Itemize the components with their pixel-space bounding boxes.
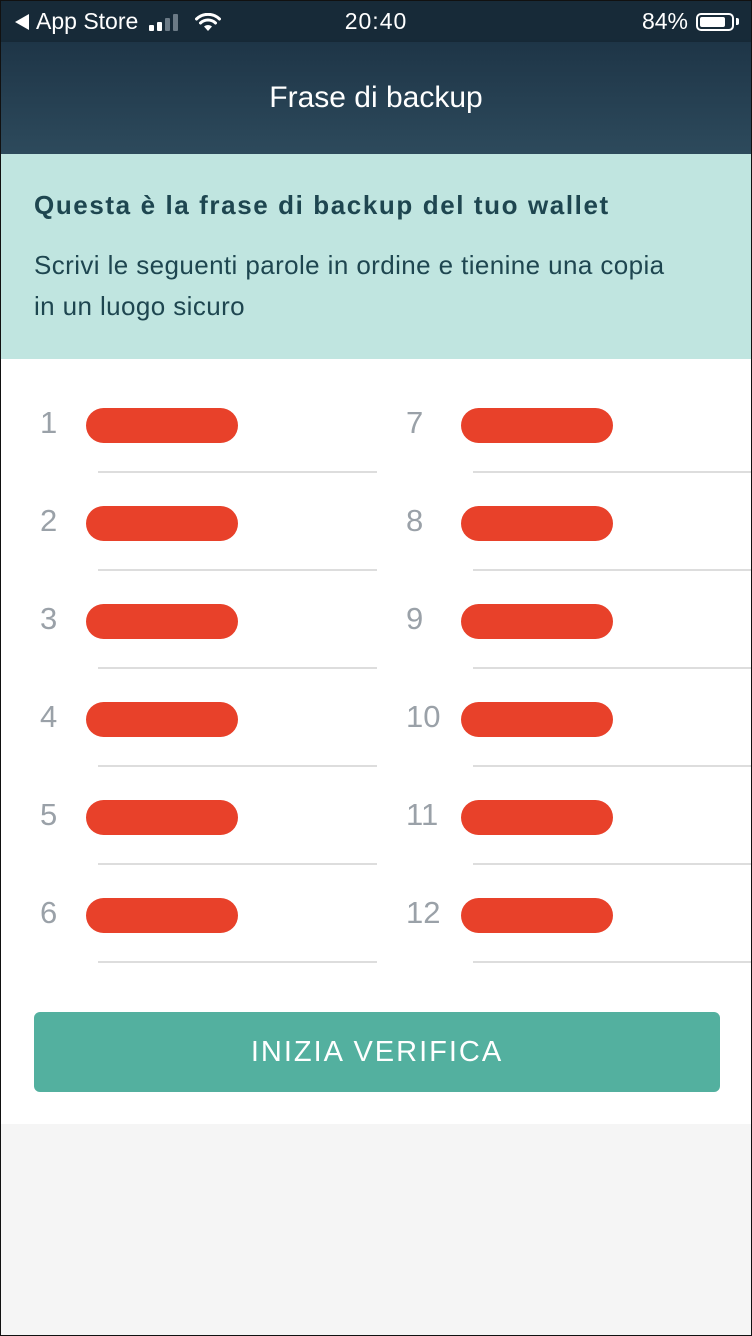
word-item-12: 12 <box>376 849 751 963</box>
info-heading: Questa è la frase di backup del tuo wall… <box>34 190 610 220</box>
word-redacted <box>86 800 238 835</box>
word-item-1: 1 <box>1 359 377 473</box>
word-item-5: 5 <box>1 751 377 865</box>
battery-status: 84% <box>642 8 739 35</box>
word-redacted <box>461 408 613 443</box>
word-item-11: 11 <box>376 751 751 865</box>
status-time: 20:40 <box>344 8 408 34</box>
battery-level <box>700 16 725 27</box>
word-number: 10 <box>406 699 441 734</box>
info-banner: Questa è la frase di backup del tuo wall… <box>1 154 751 359</box>
word-redacted <box>461 702 613 737</box>
word-item-8: 8 <box>376 457 751 571</box>
word-redacted <box>86 506 238 541</box>
word-redacted <box>461 604 613 639</box>
word-item-2: 2 <box>1 457 377 571</box>
word-redacted <box>461 898 613 933</box>
word-number: 8 <box>406 503 424 538</box>
word-redacted <box>461 800 613 835</box>
word-item-6: 6 <box>1 849 377 963</box>
word-item-3: 3 <box>1 555 377 669</box>
backup-words-grid: 1 2 3 4 5 6 7 8 9 10 11 12 INIZIA VERIFI… <box>1 359 751 1124</box>
word-redacted <box>86 898 238 933</box>
page-title: Frase di backup <box>269 81 483 114</box>
navigation-bar: Frase di backup <box>1 42 751 154</box>
word-underline <box>473 961 751 963</box>
word-redacted <box>86 604 238 639</box>
battery-icon <box>696 12 734 31</box>
word-number: 11 <box>406 797 439 832</box>
word-number: 7 <box>406 405 424 440</box>
word-item-7: 7 <box>376 359 751 473</box>
word-underline <box>98 961 377 963</box>
word-number: 9 <box>406 601 424 636</box>
start-verification-button[interactable]: INIZIA VERIFICA <box>34 1012 720 1092</box>
info-text: Scrivi le seguenti parole in ordine e ti… <box>34 250 665 321</box>
word-redacted <box>86 408 238 443</box>
word-item-10: 10 <box>376 653 751 767</box>
battery-percent: 84% <box>641 8 688 34</box>
status-bar: App Store 20:40 84% <box>1 1 751 42</box>
word-redacted <box>86 702 238 737</box>
word-redacted <box>461 506 613 541</box>
screen: App Store 20:40 84% Frase di backup Ques… <box>0 0 752 1336</box>
battery-tip <box>736 18 739 25</box>
word-item-9: 9 <box>376 555 751 669</box>
word-item-4: 4 <box>1 653 377 767</box>
word-number: 12 <box>406 895 441 930</box>
